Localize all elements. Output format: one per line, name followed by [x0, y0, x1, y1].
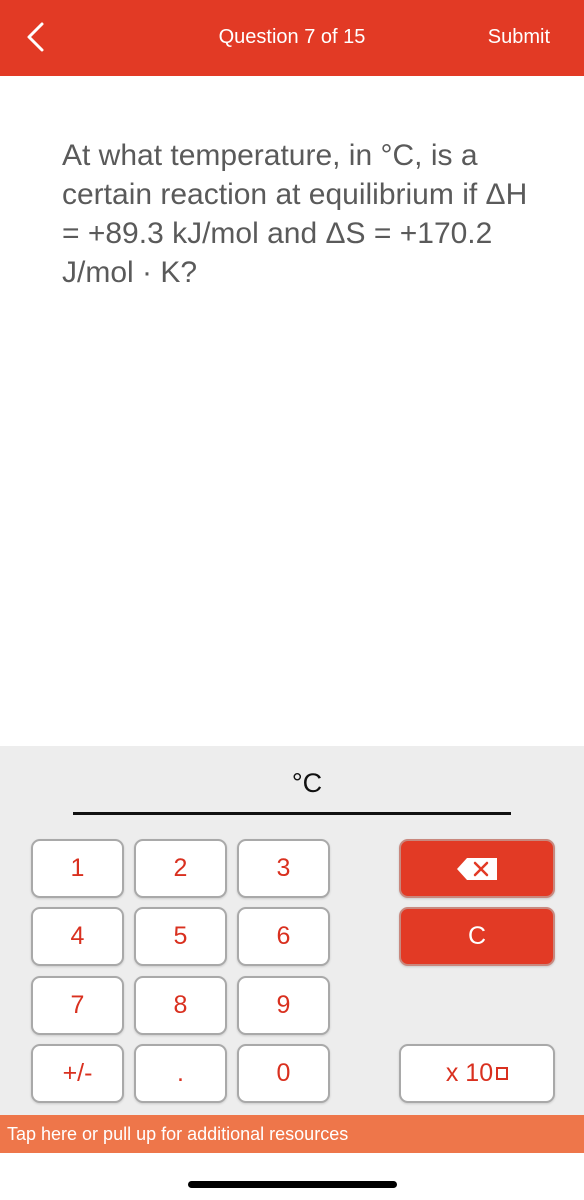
key-5[interactable]: 5	[134, 907, 227, 966]
key-4[interactable]: 4	[31, 907, 124, 966]
key-plus-minus[interactable]: +/-	[31, 1044, 124, 1103]
answer-input-line[interactable]	[73, 812, 511, 815]
unit-label: °C	[291, 768, 323, 798]
exponent-label: x 10	[445, 1059, 494, 1087]
key-1[interactable]: 1	[31, 839, 124, 898]
key-7[interactable]: 7	[31, 976, 124, 1035]
question-text: At what temperature, in °C, is a certain…	[62, 139, 528, 289]
key-0[interactable]: 0	[237, 1044, 330, 1103]
additional-resources-bar[interactable]: Tap here or pull up for additional resou…	[0, 1115, 584, 1153]
clear-button[interactable]: C	[399, 907, 555, 966]
exponent-button[interactable]: x 10	[399, 1044, 555, 1103]
key-2[interactable]: 2	[134, 839, 227, 898]
key-3[interactable]: 3	[237, 839, 330, 898]
key-6[interactable]: 6	[237, 907, 330, 966]
backspace-icon	[457, 857, 497, 880]
top-bar: Question 7 of 15 Submit	[0, 0, 584, 76]
chevron-left-icon	[27, 22, 44, 52]
key-9[interactable]: 9	[237, 976, 330, 1035]
key-8[interactable]: 8	[134, 976, 227, 1035]
key-decimal[interactable]: .	[134, 1044, 227, 1103]
backspace-button[interactable]	[399, 839, 555, 898]
submit-button[interactable]: Submit	[488, 26, 550, 49]
home-indicator[interactable]	[188, 1181, 397, 1188]
back-button[interactable]	[22, 20, 52, 54]
exponent-placeholder-icon	[496, 1067, 509, 1080]
